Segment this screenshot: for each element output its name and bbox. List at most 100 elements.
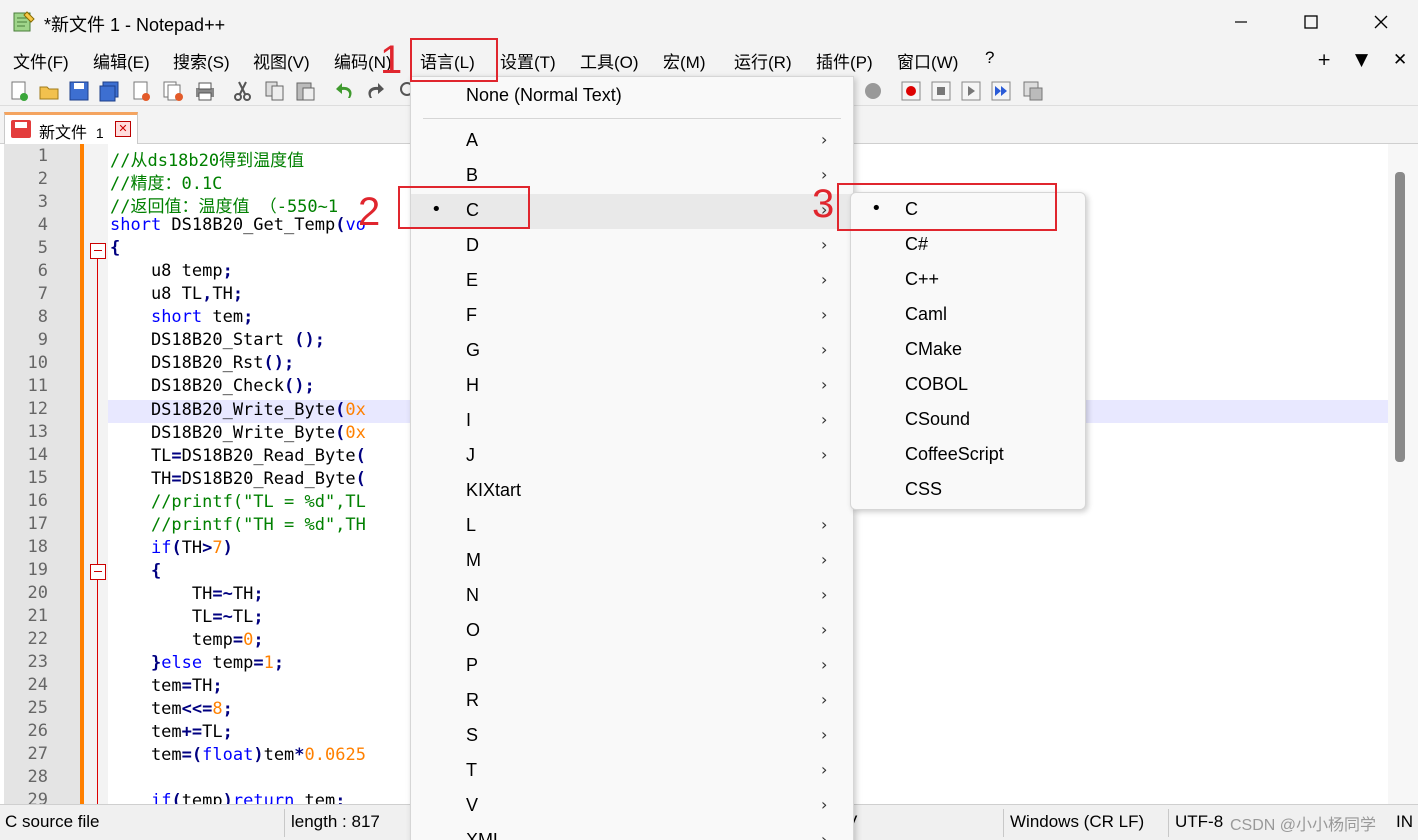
language-menu-item-e[interactable]: E › [411,264,853,299]
menu-run[interactable]: 运行(R) [734,48,792,73]
line-number: 11 [27,376,48,396]
save-all-icon[interactable] [98,80,120,102]
line-number: 18 [27,537,48,557]
undo-icon[interactable] [334,80,356,102]
code-line: //printf("TH = %d",TH [150,515,366,535]
submenu-arrow-icon: › [821,305,828,324]
status-encoding[interactable]: UTF-8 [1175,812,1223,832]
menu-view[interactable]: 视图(V) [253,48,310,73]
record-macro-icon[interactable] [900,80,922,102]
menu-help[interactable]: ? [985,48,994,68]
annotation-box-c-language [837,183,1057,231]
fold-toggle-icon[interactable] [90,243,106,259]
language-menu-item-j[interactable]: J › [411,439,853,474]
language-menu-item-n[interactable]: N › [411,579,853,614]
stop-macro-icon[interactable] [930,80,952,102]
annotation-step-2: 2 [358,190,381,234]
menu-tools[interactable]: 工具(O) [580,48,639,73]
code-line: short DS18B20_Get_Temp(vo [110,215,366,235]
language-menu-item-label: B [466,165,479,185]
print-icon[interactable] [194,80,216,102]
vertical-scrollbar-thumb[interactable] [1395,172,1405,462]
line-number: 29 [27,790,48,804]
language-menu-item-label: E [466,270,479,290]
tab-close-icon[interactable]: ✕ [115,121,131,137]
language-menu-item-none[interactable]: None (Normal Text) [411,79,853,114]
minimize-button[interactable] [1206,0,1276,44]
menu-macro[interactable]: 宏(M) [663,48,705,73]
code-line: tem+=TL; [110,722,233,742]
menu-search[interactable]: 搜索(S) [173,48,230,73]
code-line: DS18B20_Start (); [110,330,325,350]
line-number: 3 [37,192,48,212]
code-line: if(TH>7) [150,538,233,558]
language-menu-item-label: V [466,795,479,815]
save-icon[interactable] [68,80,90,102]
maximize-icon [1304,15,1318,29]
open-file-icon[interactable] [38,80,60,102]
close-window-button[interactable] [1346,0,1416,44]
language-menu-item-a[interactable]: A › [411,124,853,159]
submenu-item-css[interactable]: CSS [851,473,1085,508]
new-tab-plus-button[interactable]: + [1317,50,1331,70]
language-menu-item-o[interactable]: O › [411,614,853,649]
close-file-icon[interactable] [130,80,152,102]
plugin-icon[interactable] [862,80,884,102]
document-tab[interactable]: 新文件 1 ✕ [4,112,138,144]
language-menu-item-d[interactable]: D › [411,229,853,264]
run-macro-multiple-icon[interactable] [990,80,1012,102]
language-menu-item-s[interactable]: S › [411,719,853,754]
maximize-button[interactable] [1276,0,1346,44]
menu-file[interactable]: 文件(F) [13,48,69,73]
language-menu-item-v[interactable]: V › [411,789,853,824]
submenu-arrow-icon: › [821,725,828,744]
annotation-box-c-item [398,186,530,229]
language-menu-item-m[interactable]: M › [411,544,853,579]
language-menu-item-label: H [466,375,479,395]
submenu-item-coffeescript[interactable]: CoffeeScript [851,438,1085,473]
close-tab-button[interactable]: ✕ [1393,50,1407,70]
fold-line [97,258,98,804]
submenu-item-csound[interactable]: CSound [851,403,1085,438]
status-eol[interactable]: Windows (CR LF) [1010,812,1144,832]
language-menu-item-xml[interactable]: XML › [411,824,853,840]
submenu-arrow-icon: › [821,130,828,149]
language-menu-item-h[interactable]: H › [411,369,853,404]
language-menu-item-label: S [466,725,479,745]
submenu-item-cobol[interactable]: COBOL [851,368,1085,403]
title-bar: *新文件 1 - Notepad++ [0,0,1418,44]
save-macro-icon[interactable] [1022,80,1044,102]
line-number: 13 [27,422,48,442]
language-menu-item-p[interactable]: P › [411,649,853,684]
language-menu-item-r[interactable]: R › [411,684,853,719]
language-menu-item-l[interactable]: L › [411,509,853,544]
code-line: DS18B20_Check(); [110,376,315,396]
redo-icon[interactable] [364,80,386,102]
code-line: //返回值：温度值 （-550~1 [110,197,339,217]
submenu-arrow-icon: › [821,620,828,639]
language-c-submenu: • C C# C++ Caml CMake COBOL CSound CoffeeScript C… [850,192,1086,510]
language-menu-item-f[interactable]: F › [411,299,853,334]
play-macro-icon[interactable] [960,80,982,102]
language-menu-item-g[interactable]: G › [411,334,853,369]
menu-plugins[interactable]: 插件(P) [816,48,873,73]
language-menu-item-i[interactable]: I › [411,404,853,439]
language-menu-item-label: XML [466,830,504,840]
submenu-item-caml[interactable]: Caml [851,298,1085,333]
copy-icon[interactable] [264,80,286,102]
menu-edit[interactable]: 编辑(E) [93,48,150,73]
submenu-item-cpp[interactable]: C++ [851,263,1085,298]
fold-toggle-icon[interactable] [90,564,106,580]
submenu-item-cmake[interactable]: CMake [851,333,1085,368]
language-menu-item-kixtart[interactable]: KIXtart [411,474,853,509]
tab-list-dropdown-button[interactable]: ▼ [1355,50,1368,70]
language-menu-item-t[interactable]: T › [411,754,853,789]
menu-window[interactable]: 窗口(W) [897,48,958,73]
submenu-item-csharp[interactable]: C# [851,228,1085,263]
menu-settings[interactable]: 设置(T) [500,48,556,73]
close-all-icon[interactable] [162,80,184,102]
new-file-icon[interactable] [8,80,30,102]
close-icon [1374,15,1388,29]
paste-icon[interactable] [294,80,316,102]
cut-icon[interactable] [232,80,254,102]
